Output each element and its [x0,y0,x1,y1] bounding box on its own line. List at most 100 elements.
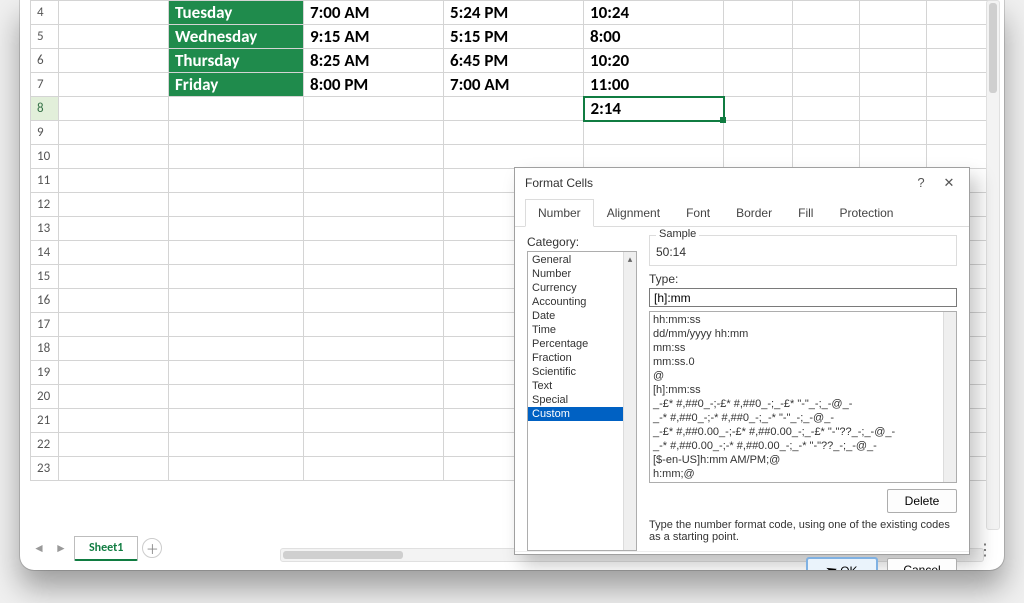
vertical-scrollbar[interactable] [986,0,1000,530]
day-cell[interactable]: Tuesday [169,1,304,25]
row-header[interactable]: 14 [31,241,59,265]
dialog-help-button[interactable]: ? [907,168,935,198]
dialog-titlebar[interactable]: Format Cells ? ✕ [515,168,969,198]
dialog-tab-number[interactable]: Number [525,199,594,227]
type-input[interactable] [649,288,957,307]
sheet-nav-next-icon[interactable]: ► [52,539,70,557]
type-label: Type: [649,272,957,286]
duration-cell[interactable]: 10:20 [584,49,724,73]
row-header[interactable]: 22 [31,433,59,457]
category-item[interactable]: Special [528,393,636,407]
row-header[interactable]: 6 [31,49,59,73]
start-cell[interactable]: 9:15 AM [304,25,444,49]
format-code-item[interactable]: mm:ss.0 [653,355,953,369]
category-item[interactable]: Time [528,323,636,337]
category-label: Category: [527,235,637,249]
row-header[interactable]: 8 [31,97,59,121]
add-sheet-button[interactable]: ＋ [142,538,162,558]
row-header[interactable]: 21 [31,409,59,433]
day-cell[interactable]: Wednesday [169,25,304,49]
format-code-item[interactable]: dd/mm/yyyy hh:mm [653,327,953,341]
category-item[interactable]: Accounting [528,295,636,309]
fill-handle[interactable] [720,117,726,123]
row-header[interactable]: 23 [31,457,59,481]
row-header[interactable]: 5 [31,25,59,49]
end-cell[interactable]: 6:45 PM [444,49,584,73]
start-cell[interactable]: 8:25 AM [304,49,444,73]
table-row: 9 [31,121,994,145]
table-row: 7 Friday8:00 PM7:00 AM11:00 [31,73,994,97]
dialog-tab-border[interactable]: Border [723,199,785,227]
format-cells-dialog: Format Cells ? ✕ NumberAlignmentFontBord… [514,167,970,555]
category-item[interactable]: Text [528,379,636,393]
row-header[interactable]: 16 [31,289,59,313]
table-row: 6 Thursday8:25 AM6:45 PM10:20 [31,49,994,73]
row-header[interactable]: 20 [31,385,59,409]
sheet-tab[interactable]: Sheet1 [74,536,138,561]
row-header[interactable]: 17 [31,313,59,337]
start-cell[interactable]: 8:00 PM [304,73,444,97]
format-codes-listbox[interactable]: hh:mm:ssdd/mm/yyyy hh:mmmm:ssmm:ss.0@[h]… [649,311,957,483]
format-code-item[interactable]: _-£* #,##0.00_-;-£* #,##0.00_-;_-£* "-"?… [653,425,953,439]
listbox-scrollbar[interactable] [943,312,956,482]
row-header[interactable]: 18 [31,337,59,361]
ok-button[interactable]: ➤OK [807,558,877,570]
category-listbox[interactable]: GeneralNumberCurrencyAccountingDateTimeP… [527,251,637,551]
dialog-tab-font[interactable]: Font [673,199,723,227]
dialog-body: Category: GeneralNumberCurrencyAccountin… [515,227,969,551]
format-code-item[interactable]: _-* #,##0_-;-* #,##0_-;_-* "-"_-;_-@_- [653,411,953,425]
dialog-tab-protection[interactable]: Protection [826,199,906,227]
dialog-tab-alignment[interactable]: Alignment [594,199,673,227]
category-item[interactable]: Date [528,309,636,323]
sample-label: Sample [656,228,699,240]
category-item[interactable]: Custom [528,407,636,421]
category-item[interactable]: Scientific [528,365,636,379]
duration-cell[interactable]: 8:00 [584,25,724,49]
end-cell[interactable]: 5:15 PM [444,25,584,49]
row-header[interactable]: 13 [31,217,59,241]
delete-button[interactable]: Delete [887,489,957,513]
format-detail-panel: Sample 50:14 Type: hh:mm:ssdd/mm/yyyy hh… [649,235,957,551]
category-item[interactable]: Fraction [528,351,636,365]
duration-cell[interactable]: 10:24 [584,1,724,25]
settings-ellipsis-icon[interactable]: ⋮ [977,540,994,560]
format-code-item[interactable]: mm:ss [653,341,953,355]
format-code-item[interactable]: h:mm;@ [653,467,953,481]
row-header[interactable]: 11 [31,169,59,193]
end-cell[interactable]: 5:24 PM [444,1,584,25]
row-header[interactable]: 12 [31,193,59,217]
row-header[interactable]: 19 [31,361,59,385]
day-cell[interactable]: Friday [169,73,304,97]
sheet-nav-prev-icon[interactable]: ◄ [30,539,48,557]
row-header[interactable]: 15 [31,265,59,289]
excel-window: 4Tuesday7:00 AM5:24 PM10:245Wednesday9:1… [20,0,1004,570]
duration-cell[interactable]: 11:00 [584,73,724,97]
category-item[interactable]: Currency [528,281,636,295]
row-header[interactable]: 10 [31,145,59,169]
row-header[interactable]: 9 [31,121,59,145]
row-header[interactable]: 4 [31,1,59,25]
table-row: 4 Tuesday7:00 AM5:24 PM10:24 [31,1,994,25]
category-item[interactable]: General [528,253,636,267]
cancel-button[interactable]: Cancel [887,558,957,570]
row-header[interactable]: 7 [31,73,59,97]
start-cell[interactable]: 7:00 AM [304,1,444,25]
format-code-item[interactable]: @ [653,369,953,383]
table-row: 10 [31,145,994,169]
dialog-tab-fill[interactable]: Fill [785,199,826,227]
format-code-item[interactable]: _-£* #,##0_-;-£* #,##0_-;_-£* "-"_-;_-@_… [653,397,953,411]
selected-cell[interactable]: 2:14 [584,97,724,121]
end-cell[interactable]: 7:00 AM [444,73,584,97]
scroll-up-icon[interactable]: ▴ [624,252,636,265]
format-code-item[interactable]: hh:mm:ss [653,313,953,327]
dialog-close-button[interactable]: ✕ [935,168,963,198]
category-item[interactable]: Percentage [528,337,636,351]
category-panel: Category: GeneralNumberCurrencyAccountin… [527,235,637,551]
listbox-scrollbar[interactable]: ▴ [623,252,636,550]
cursor-icon: ➤ [824,560,841,570]
format-code-item[interactable]: _-* #,##0.00_-;-* #,##0.00_-;_-* "-"??_-… [653,439,953,453]
category-item[interactable]: Number [528,267,636,281]
format-code-item[interactable]: [h]:mm:ss [653,383,953,397]
day-cell[interactable]: Thursday [169,49,304,73]
format-code-item[interactable]: [$-en-US]h:mm AM/PM;@ [653,453,953,467]
